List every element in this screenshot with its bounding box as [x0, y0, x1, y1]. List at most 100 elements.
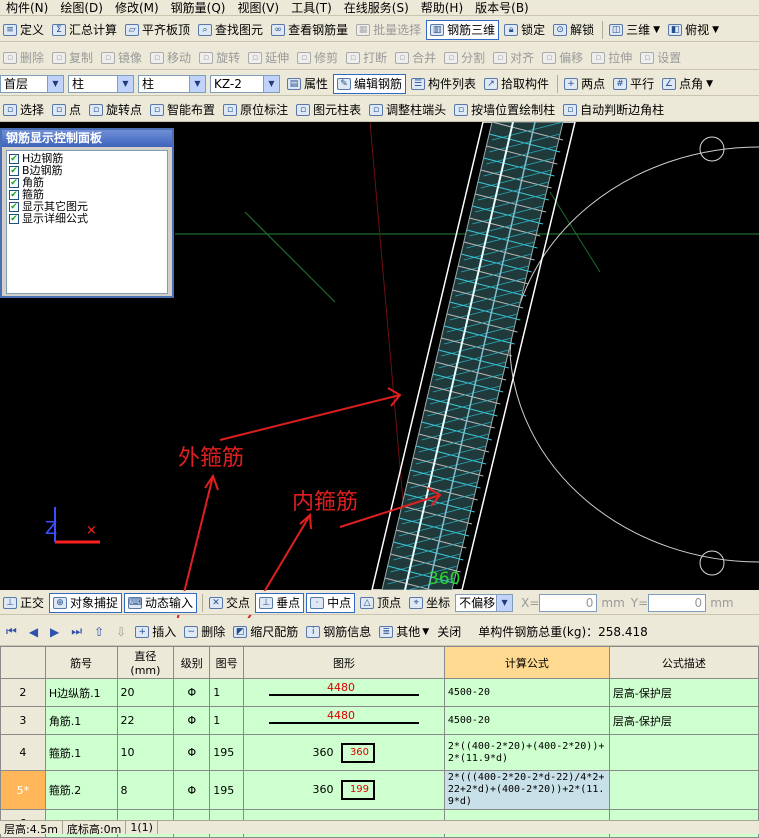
edit-tool-button[interactable]: ▫ 拉伸: [588, 48, 635, 68]
top-view-dropdown[interactable]: ◧ 俯视 ▼: [665, 20, 722, 40]
draw-tool-button[interactable]: ▫ 点: [49, 100, 84, 120]
draw-tool-button[interactable]: ▫ 图元柱表: [293, 100, 364, 120]
draw-tool-button[interactable]: ▫ 智能布置: [147, 100, 218, 120]
member-list-button[interactable]: ☰ 构件列表: [408, 74, 479, 94]
menu-item[interactable]: 构件(N): [0, 0, 54, 15]
table-row[interactable]: 5* 箍筋.2 8 Φ 195 360 199 2*(((400-2*20-2*d-22)/4…: [0, 770, 759, 810]
menu-item[interactable]: 版本号(B): [469, 0, 535, 15]
checkbox-checked-icon[interactable]: ✔: [9, 202, 19, 212]
delete-row-button[interactable]: − 删除: [181, 622, 228, 642]
scale-rebar-button[interactable]: ◩ 缩尺配筋: [230, 622, 301, 642]
formula-description-cell[interactable]: 层高-保护层: [608, 706, 759, 735]
prev-record-icon[interactable]: ◀: [29, 625, 38, 639]
floor-select[interactable]: 首层 ▼: [0, 74, 64, 93]
view-qty-button[interactable]: ∞ 查看钢筋量: [268, 20, 351, 40]
category-select[interactable]: 柱 ▼: [68, 74, 134, 93]
diameter-cell[interactable]: 22: [116, 706, 175, 735]
next-record-icon[interactable]: ▶: [50, 625, 59, 639]
figure-number-cell[interactable]: 195: [209, 770, 245, 810]
edit-tool-button[interactable]: ▫ 分割: [441, 48, 488, 68]
point-angle-button[interactable]: ∠ 点角 ▼: [659, 74, 716, 94]
lock-button[interactable]: 🔒︎ 锁定: [501, 20, 548, 40]
row-number[interactable]: 2: [0, 678, 46, 707]
table-row[interactable]: 4 箍筋.1 10 Φ 195 360 360 2*((400-2*20)+(400-2*20…: [0, 734, 759, 771]
column-header[interactable]: 公式描述: [608, 646, 759, 679]
draw-tool-button[interactable]: ▫ 调整柱端头: [366, 100, 449, 120]
sum-button[interactable]: Σ 汇总计算: [49, 20, 120, 40]
formula-description-cell[interactable]: [608, 770, 759, 810]
define-button[interactable]: ≡ 定义: [0, 20, 47, 40]
vertex-snap[interactable]: △ 顶点: [357, 593, 404, 613]
column-header[interactable]: 直径(mm): [116, 646, 175, 679]
offset-select[interactable]: 不偏移 ▼: [455, 593, 514, 612]
edit-rebar-button[interactable]: ✎ 编辑钢筋: [333, 73, 407, 94]
other-dropdown[interactable]: ≣ 其他 ▼: [376, 622, 432, 642]
first-record-icon[interactable]: ⏮: [6, 624, 17, 639]
member-select[interactable]: KZ-2 ▼: [210, 74, 280, 93]
row-number[interactable]: 5*: [0, 770, 46, 810]
rebar-name-cell[interactable]: 箍筋.2: [44, 770, 118, 810]
draw-tool-button[interactable]: ▫ 按墙位置绘制柱: [451, 100, 558, 120]
column-header[interactable]: 图形: [243, 646, 445, 679]
shape-cell[interactable]: 4480: [243, 678, 445, 707]
edit-tool-button[interactable]: ▫ 旋转: [196, 48, 243, 68]
checkbox-checked-icon[interactable]: ✔: [9, 190, 19, 200]
row-number[interactable]: 4: [0, 734, 46, 771]
formula-description-cell[interactable]: 层高-保护层: [608, 678, 759, 707]
formula-cell[interactable]: 2*(((400-2*20-2*d-22)/4*2+22+2*d)+(400-2…: [443, 770, 610, 810]
dynamic-input-toggle[interactable]: ⌨ 动态输入: [124, 592, 198, 613]
diameter-cell[interactable]: 8: [116, 770, 175, 810]
object-snap-toggle[interactable]: ⊕ 对象捕捉: [49, 592, 123, 613]
edit-tool-button[interactable]: ▫ 对齐: [490, 48, 537, 68]
move-down-icon[interactable]: ⇩: [116, 625, 126, 639]
ortho-toggle[interactable]: ⊥ 正交: [0, 593, 47, 613]
menu-item[interactable]: 视图(V): [231, 0, 285, 15]
column-header[interactable]: 筋号: [44, 646, 118, 679]
edit-tool-button[interactable]: ▫ 打断: [343, 48, 390, 68]
row-number[interactable]: 3: [0, 706, 46, 735]
table-row[interactable]: 2 H边纵筋.1 20 Φ 1 4480 4500-20 层高-保护层: [0, 678, 759, 707]
insert-row-button[interactable]: + 插入: [132, 622, 179, 642]
last-record-icon[interactable]: ⏭: [71, 624, 82, 639]
batch-select-button[interactable]: ▦ 批量选择: [353, 20, 424, 40]
column-header[interactable]: 级别: [173, 646, 211, 679]
move-up-icon[interactable]: ⇧: [94, 625, 104, 639]
rebar-name-cell[interactable]: 箍筋.1: [44, 734, 118, 771]
x-input[interactable]: 0: [539, 593, 598, 612]
shape-cell[interactable]: 360 199: [243, 770, 445, 810]
diameter-cell[interactable]: 10: [116, 734, 175, 771]
grade-cell[interactable]: Φ: [173, 678, 211, 707]
grade-cell[interactable]: Φ: [173, 770, 211, 810]
midpoint-snap[interactable]: · 中点: [306, 592, 356, 613]
diameter-cell[interactable]: 20: [116, 678, 175, 707]
view-3d-dropdown[interactable]: ◫ 三维 ▼: [606, 20, 663, 40]
edit-tool-button[interactable]: ▫ 延伸: [245, 48, 292, 68]
grade-cell[interactable]: Φ: [173, 706, 211, 735]
edit-tool-button[interactable]: ▫ 偏移: [539, 48, 586, 68]
panel-checkbox-row[interactable]: ✔ 显示详细公式: [9, 213, 165, 225]
edit-tool-button[interactable]: ▫ 设置: [637, 48, 684, 68]
figure-number-cell[interactable]: 1: [209, 706, 245, 735]
unlock-button[interactable]: ⊙ 解锁: [550, 20, 597, 40]
column-header[interactable]: 计算公式: [443, 646, 610, 679]
column-header[interactable]: 图号: [209, 646, 245, 679]
grade-cell[interactable]: Φ: [173, 734, 211, 771]
rebar-name-cell[interactable]: 角筋.1: [44, 706, 118, 735]
edit-tool-button[interactable]: ▫ 移动: [147, 48, 194, 68]
checkbox-checked-icon[interactable]: ✔: [9, 214, 19, 224]
attribute-button[interactable]: ▤ 属性: [284, 74, 331, 94]
shape-cell[interactable]: 360 360: [243, 734, 445, 771]
menu-item[interactable]: 绘图(D): [54, 0, 109, 15]
formula-cell[interactable]: 4500-20: [443, 706, 610, 735]
menu-item[interactable]: 在线服务(S): [338, 0, 415, 15]
edit-tool-button[interactable]: ▫ 删除: [0, 48, 47, 68]
checkbox-checked-icon[interactable]: ✔: [9, 178, 19, 188]
formula-cell[interactable]: 4500-20: [443, 678, 610, 707]
rebar-3d-button[interactable]: ▥ 钢筋三维: [426, 19, 500, 40]
edit-tool-button[interactable]: ▫ 修剪: [294, 48, 341, 68]
figure-number-cell[interactable]: 195: [209, 734, 245, 771]
menu-item[interactable]: 帮助(H): [415, 0, 469, 15]
draw-tool-button[interactable]: ▫ 自动判断边角柱: [560, 100, 667, 120]
formula-cell[interactable]: 2*((400-2*20)+(400-2*20))+2*(11.9*d): [443, 734, 610, 771]
find-element-button[interactable]: ⌕ 查找图元: [195, 20, 266, 40]
